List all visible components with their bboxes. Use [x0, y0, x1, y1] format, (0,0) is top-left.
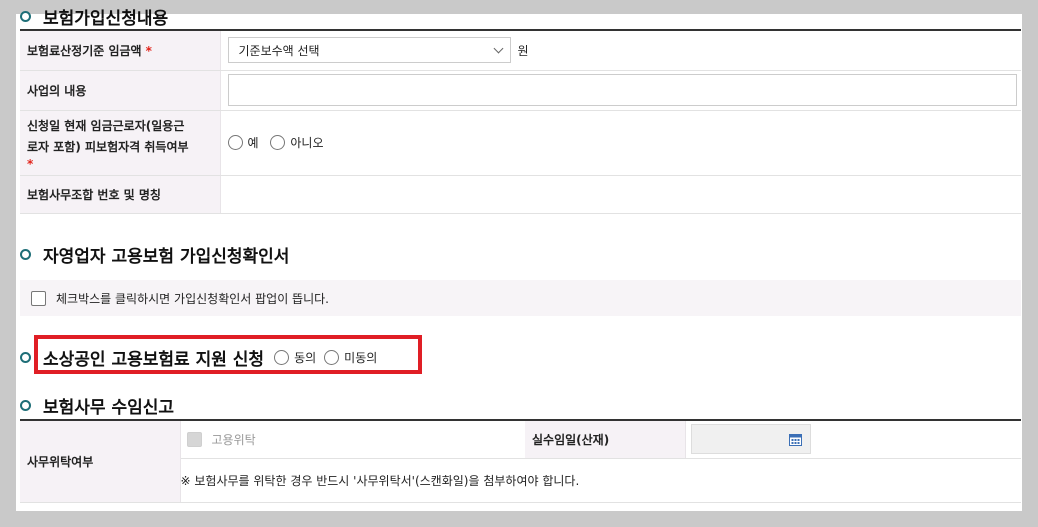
section-bullet-icon [20, 248, 31, 260]
date-label-cell: 실수임일(산재) [525, 419, 686, 459]
business-label-cell: 사업의 내용 [20, 70, 221, 111]
business-value-cell [220, 70, 1021, 111]
table-row-delegation: 사무위탁여부 고용위탁 실수임일(산재) [20, 419, 1021, 503]
section-bullet-icon [20, 399, 31, 411]
wage-value-cell: 기준보수액 선택 원 [220, 29, 1021, 71]
section-title-office-delegation: 보험사무 수임신고 [20, 392, 174, 418]
office-label-cell: 보험사무조합 번호 및 명칭 [20, 175, 221, 214]
table-row-business: 사업의 내용 [20, 70, 1021, 111]
confirmation-checkbox[interactable] [31, 290, 46, 306]
section-title-text: 자영업자 고용보험 가입신청확인서 [43, 246, 290, 267]
qualification-label-line1: 신청일 현재 임금근로자(일용근 [27, 118, 185, 133]
employment-delegation-label: 고용위탁 [211, 432, 256, 447]
section-title-text: 보험가입신청내용 [43, 8, 169, 29]
qualification-label-line2: 로자 포함) 피보험자격 취득여부 [27, 139, 189, 154]
wage-label-cell: 보험료산정기준 임금액 * [20, 29, 221, 71]
section-bullet-icon [20, 10, 31, 22]
business-label: 사업의 내용 [27, 83, 87, 98]
insurance-application-table: 보험료산정기준 임금액 * 기준보수액 선택 원 사업의 내용 신청일 현재 임금… [20, 29, 1021, 214]
date-label: 실수임일(산재) [532, 432, 610, 447]
qualification-no-label: 아니오 [290, 136, 324, 150]
required-mark: * [27, 156, 34, 171]
wage-label: 보험료산정기준 임금액 [27, 43, 142, 58]
date-value-cell [685, 419, 1021, 459]
section-bullet-icon [20, 351, 31, 363]
chevron-down-icon [493, 43, 503, 54]
highlight-box [34, 335, 422, 374]
office-delegation-table: 사무위탁여부 고용위탁 실수임일(산재) ※ 보험사무를 위탁한 경우 반드시 … [20, 419, 1021, 503]
office-label: 보험사무조합 번호 및 명칭 [27, 187, 161, 202]
table-row-wage: 보험료산정기준 임금액 * 기준보수액 선택 원 [20, 29, 1021, 71]
qualification-label-cell: 신청일 현재 임금근로자(일용근 로자 포함) 피보험자격 취득여부 * [20, 110, 221, 176]
qualification-yes-radio[interactable] [227, 135, 243, 150]
qualification-yes-label: 예 [247, 136, 259, 150]
wage-basis-select-value: 기준보수액 선택 [238, 43, 320, 58]
table-row-qualification: 신청일 현재 임금근로자(일용근 로자 포함) 피보험자격 취득여부 * 예 아… [20, 110, 1021, 176]
office-value-cell [220, 175, 1021, 214]
section-title-text: 보험사무 수임신고 [43, 397, 175, 418]
confirmation-checkbox-text: 체크박스를 클릭하시면 가입신청확인서 팝업이 뜹니다. [56, 291, 329, 306]
section-title-confirmation: 자영업자 고용보험 가입신청확인서 [20, 241, 289, 267]
section-title-insurance-application: 보험가입신청내용 [20, 3, 168, 29]
qualification-value-cell: 예 아니오 [220, 110, 1021, 176]
delegation-date-input[interactable] [690, 424, 811, 455]
business-content-input[interactable] [227, 74, 1017, 106]
delegation-label: 사무위탁여부 [27, 454, 94, 469]
delegation-check-cell: 고용위탁 [180, 419, 525, 459]
employment-delegation-checkbox[interactable] [186, 431, 202, 447]
wage-basis-select[interactable]: 기준보수액 선택 [227, 37, 511, 64]
required-mark: * [145, 43, 152, 58]
form-page: 보험가입신청내용 보험료산정기준 임금액* 기준보수액 선택 원 사업의 내용 [16, 9, 1022, 511]
qualification-no-radio[interactable] [270, 135, 286, 150]
confirmation-checkbox-box: 체크박스를 클릭하시면 가입신청확인서 팝업이 뜹니다. [20, 280, 1021, 316]
table-row-office: 보험사무조합 번호 및 명칭 [20, 175, 1021, 214]
delegation-note: ※ 보험사무를 위탁한 경우 반드시 '사무위탁서'(스캔화일)을 첨부하여야 … [180, 458, 1021, 503]
delegation-label-cell: 사무위탁여부 [20, 419, 181, 503]
calendar-icon[interactable] [788, 433, 802, 447]
wage-unit: 원 [517, 43, 529, 58]
